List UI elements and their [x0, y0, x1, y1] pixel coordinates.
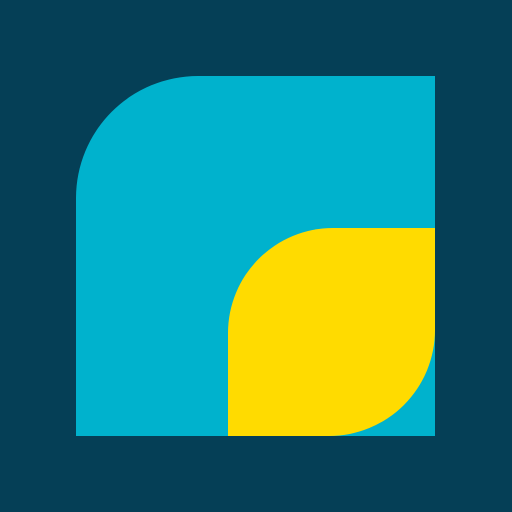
leaf-mark-icon	[76, 76, 435, 436]
app-logo	[0, 0, 512, 512]
logo-accent-shape	[228, 228, 435, 436]
